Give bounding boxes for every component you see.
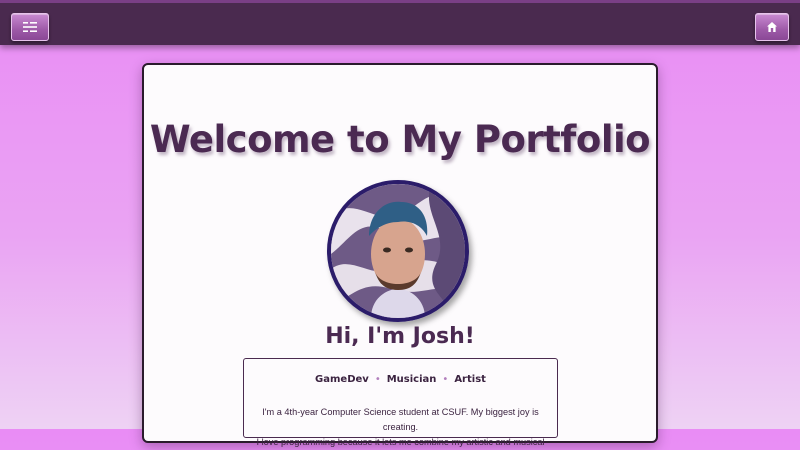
about-box: GameDev • Musician • Artist I'm a 4th-year C… [243, 358, 558, 447]
bio-line-1: I'm a 4th-year Computer Science student … [262, 407, 539, 432]
separator-dot: • [374, 374, 381, 385]
top-navigation-bar [0, 0, 800, 45]
tag-musician: Musician [386, 374, 437, 385]
menu-button[interactable] [11, 13, 49, 41]
bio-text: I'm a 4th-year Computer Science student … [254, 405, 547, 450]
role-tags: GameDev • Musician • Artist [244, 374, 557, 385]
separator-dot: • [442, 374, 449, 385]
menu-icon [23, 22, 37, 32]
home-icon [767, 22, 777, 32]
page-title: Welcome to My Portfolio [149, 118, 651, 161]
greeting-heading: Hi, I'm Josh! [325, 324, 475, 349]
home-button[interactable] [755, 13, 789, 41]
tag-gamedev: GameDev [315, 374, 369, 385]
tag-artist: Artist [454, 374, 486, 385]
bio-line-2: I love programming because it lets me co… [256, 437, 545, 447]
profile-photo [327, 180, 469, 322]
portfolio-card: Welcome to My Portfolio Hi, I'm Josh! Ga… [142, 63, 658, 447]
